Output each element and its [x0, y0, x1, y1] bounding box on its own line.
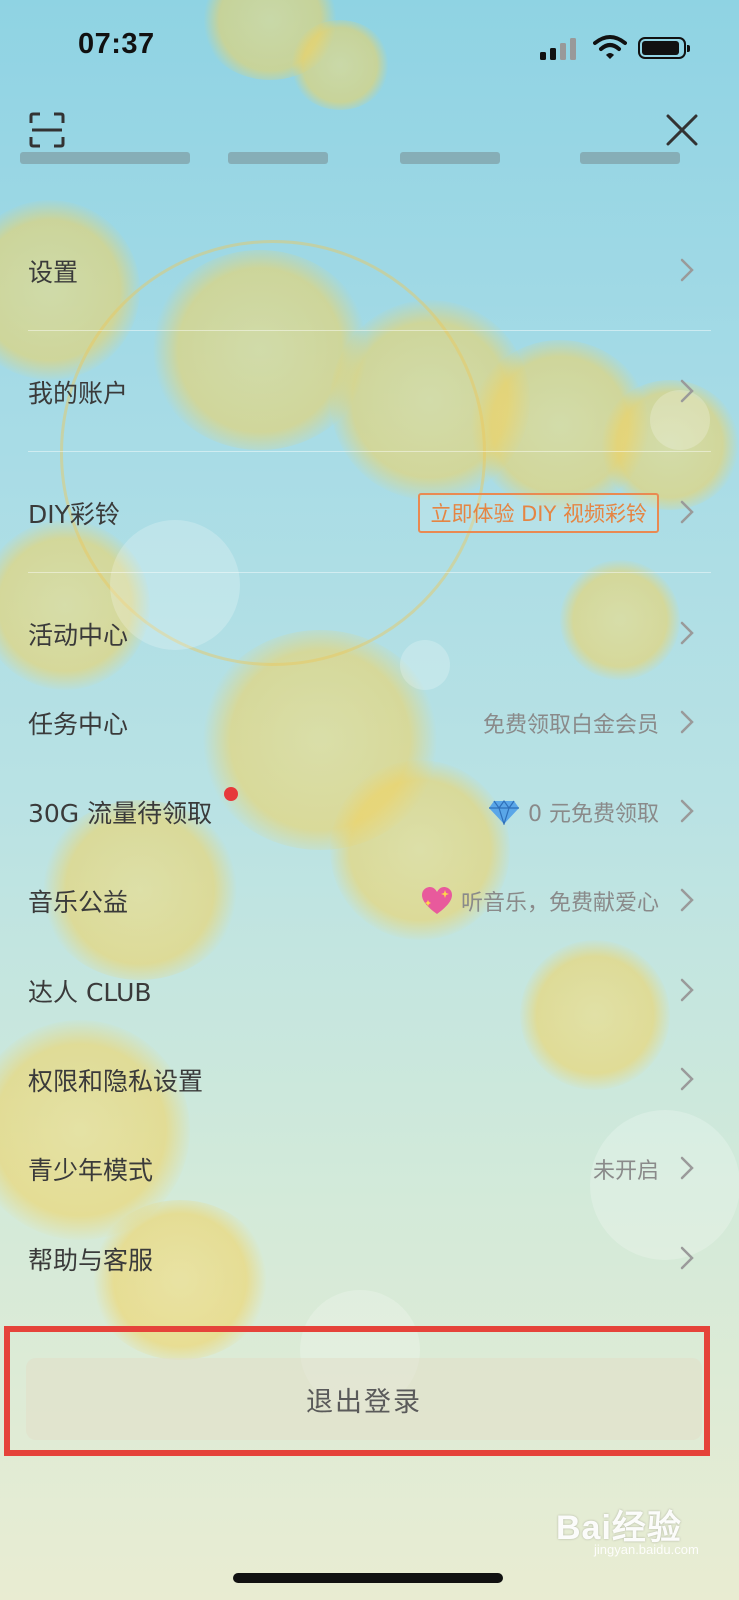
baidu-watermark: Bai经验 jingyan.baidu.com — [556, 1500, 699, 1557]
menu-item-label: 30G 流量待领取 — [28, 799, 213, 828]
gem-icon — [489, 799, 519, 825]
watermark-url: jingyan.baidu.com — [594, 1542, 699, 1557]
notification-dot — [224, 787, 238, 801]
menu-item-hint: 免费领取白金会员 — [482, 713, 659, 738]
chevron-right-icon — [680, 888, 694, 912]
promo-tag[interactable]: 立即体验 DIY 视频彩铃 — [418, 493, 659, 533]
menu-item-settings[interactable]: 设置 — [0, 240, 739, 300]
close-icon[interactable] — [664, 112, 700, 148]
chevron-right-icon — [680, 799, 694, 823]
chevron-right-icon — [680, 1156, 694, 1180]
menu-item-youth-mode[interactable]: 青少年模式 未开启 — [0, 1138, 739, 1198]
chevron-right-icon — [680, 1246, 694, 1270]
menu-item-free-data[interactable]: 30G 流量待领取 0 元免费领取 — [0, 781, 739, 841]
menu-item-label: 活动中心 — [28, 621, 129, 650]
menu-item-label: 音乐公益 — [28, 888, 129, 917]
divider — [28, 451, 711, 452]
menu-item-label: 权限和隐私设置 — [28, 1067, 204, 1096]
menu-item-hint: 听音乐，免费献爱心 — [460, 891, 659, 916]
menu-item-task-center[interactable]: 任务中心 免费领取白金会员 — [0, 692, 739, 752]
menu-item-hint: 0 元免费领取 — [528, 802, 659, 827]
menu-item-label: 我的账户 — [28, 379, 129, 408]
menu-item-label: 达人 CLUB — [28, 978, 152, 1007]
status-bar: 07:37 — [0, 0, 739, 96]
cellular-signal-icon — [540, 36, 578, 60]
menu-item-expert-club[interactable]: 达人 CLUB — [0, 960, 739, 1020]
status-time: 07:37 — [78, 28, 155, 60]
menu-item-status: 未开启 — [592, 1159, 659, 1184]
menu-item-privacy-settings[interactable]: 权限和隐私设置 — [0, 1049, 739, 1109]
menu-item-label: 任务中心 — [28, 710, 129, 739]
menu-item-help-support[interactable]: 帮助与客服 — [0, 1228, 739, 1288]
sparkling-heart-icon — [421, 887, 452, 914]
menu-item-diy-ringtone[interactable]: DIY彩铃 立即体验 DIY 视频彩铃 — [0, 482, 739, 542]
chevron-right-icon — [680, 978, 694, 1002]
chevron-right-icon — [680, 379, 694, 403]
menu-item-my-account[interactable]: 我的账户 — [0, 361, 739, 421]
highlight-annotation — [4, 1326, 710, 1456]
chevron-right-icon — [680, 1067, 694, 1091]
scan-icon[interactable] — [29, 112, 65, 148]
menu-item-label: 设置 — [28, 258, 79, 287]
chevron-right-icon — [680, 710, 694, 734]
divider — [28, 572, 711, 573]
menu-item-label: 青少年模式 — [28, 1156, 154, 1185]
chevron-right-icon — [680, 258, 694, 282]
menu-item-music-charity[interactable]: 音乐公益 听音乐，免费献爱心 — [0, 870, 739, 930]
menu-item-activity-center[interactable]: 活动中心 — [0, 603, 739, 663]
menu-item-label: 帮助与客服 — [28, 1246, 154, 1275]
chevron-right-icon — [680, 621, 694, 645]
chevron-right-icon — [680, 500, 694, 524]
divider — [28, 330, 711, 331]
wifi-icon — [593, 35, 627, 59]
menu-item-label: DIY彩铃 — [28, 500, 120, 529]
home-indicator[interactable] — [233, 1573, 503, 1583]
battery-icon — [638, 37, 690, 59]
top-bar — [0, 108, 739, 164]
